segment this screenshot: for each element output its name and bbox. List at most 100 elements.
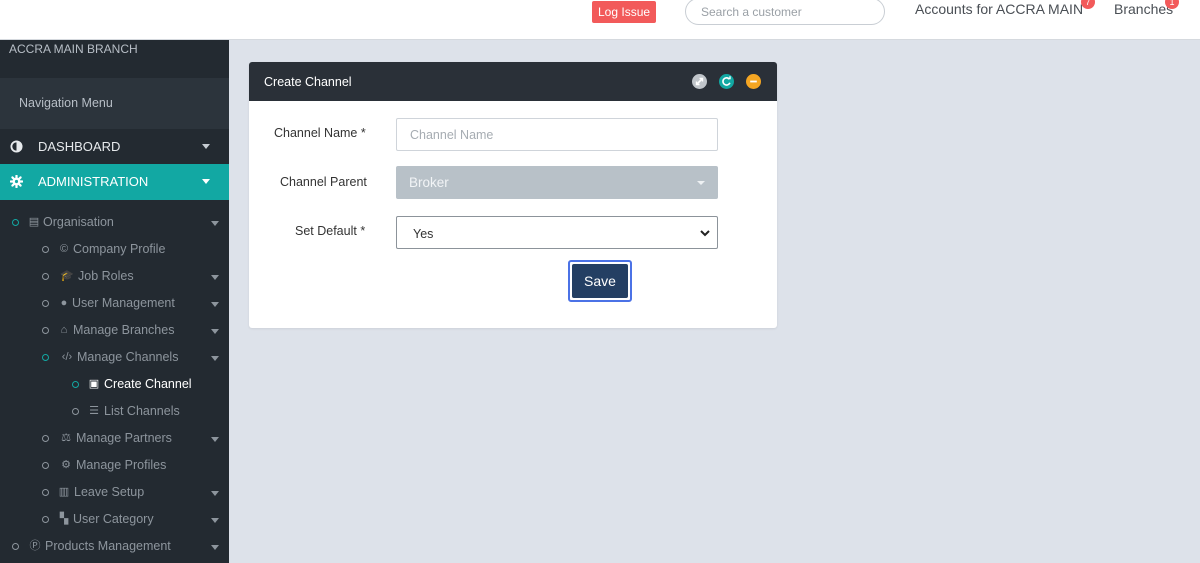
bullet-dot <box>42 273 49 280</box>
bullet-dot <box>42 462 49 469</box>
bullet-dot <box>12 219 19 226</box>
sidebar-item-organisation[interactable]: ▤ Organisation <box>0 212 229 234</box>
sidebar-item-user-management[interactable]: ● User Management <box>0 293 229 315</box>
sidebar-item-administration[interactable]: ADMINISTRATION <box>0 164 229 200</box>
minimize-button[interactable] <box>746 74 761 89</box>
channel-name-input[interactable] <box>396 118 718 151</box>
branch-name: ACCRA MAIN BRANCH <box>9 42 138 56</box>
gear-icon <box>10 175 23 188</box>
channel-parent-value: Broker <box>409 175 449 190</box>
chevron-down-icon <box>211 221 219 226</box>
sidebar-item-leave-setup[interactable]: ▥ Leave Setup <box>0 482 229 504</box>
chevron-down-icon <box>211 437 219 442</box>
graduation-cap-icon: 🎓 <box>60 270 74 282</box>
minus-icon <box>750 80 757 83</box>
sidebar-item-list-channels[interactable]: ☰ List Channels <box>0 401 229 423</box>
sidebar-item-products-management[interactable]: Ⓟ Products Management <box>0 536 229 558</box>
sidebar: ACCRA MAIN BRANCH Navigation Menu DASHBO… <box>0 40 229 563</box>
map-icon: ▥ <box>58 486 70 498</box>
sidebar-item-label: Manage Branches <box>73 323 175 337</box>
chevron-down-icon <box>211 545 219 550</box>
caret-down-icon <box>697 181 705 185</box>
set-default-select[interactable]: Yes <box>396 216 718 249</box>
log-issue-button[interactable]: Log Issue <box>592 1 657 23</box>
grid-icon: ▚ <box>59 513 69 525</box>
channel-name-label: Channel Name * <box>274 126 366 140</box>
sidebar-item-label: Organisation <box>43 215 114 229</box>
expand-button[interactable] <box>692 74 707 89</box>
bullet-dot <box>72 408 79 415</box>
sidebar-item-label: User Category <box>73 512 154 526</box>
bullet-dot <box>12 543 19 550</box>
chevron-down-icon <box>700 230 710 237</box>
code-icon: ‹/› <box>61 351 73 363</box>
bullet-dot <box>42 327 49 334</box>
set-default-label: Set Default * <box>295 224 366 238</box>
bullet-dot <box>42 435 49 442</box>
sidebar-item-label: Leave Setup <box>74 485 145 499</box>
half-circle-icon <box>10 140 23 153</box>
chevron-down-icon <box>211 275 219 280</box>
sidebar-item-create-channel[interactable]: ▣ Create Channel <box>0 374 229 396</box>
sidebar-item-label: Manage Profiles <box>76 458 167 472</box>
sidebar-item-manage-profiles[interactable]: ⚙ Manage Profiles <box>0 455 229 477</box>
navigation-menu-title: Navigation Menu <box>19 96 113 110</box>
sidebar-item-dashboard[interactable]: DASHBOARD <box>0 129 229 165</box>
channel-parent-label: Channel Parent <box>280 175 367 189</box>
set-default-value: Yes <box>413 227 434 241</box>
scale-icon: ⚖ <box>61 432 71 444</box>
accounts-badge: 7 <box>1081 0 1095 9</box>
chevron-down-icon <box>211 356 219 361</box>
chevron-down-icon <box>202 144 210 149</box>
card-title: Create Channel <box>264 75 352 89</box>
save-button[interactable]: Save <box>568 260 632 302</box>
chevron-down-icon <box>211 329 219 334</box>
save-button-label: Save <box>572 264 628 298</box>
sidebar-item-label: Manage Channels <box>77 350 179 364</box>
channel-parent-select[interactable]: Broker <box>396 166 718 199</box>
bullet-dot <box>42 246 49 253</box>
top-bar: Log Issue Accounts for ACCRA MAIN 7 Bran… <box>0 0 1200 40</box>
bullet-dot <box>42 354 49 361</box>
navigation-menu-header: Navigation Menu <box>0 78 229 129</box>
building-icon: ▤ <box>28 216 40 228</box>
chevron-down-icon <box>211 491 219 496</box>
refresh-button[interactable] <box>719 74 734 89</box>
chevron-down-icon <box>202 179 210 184</box>
create-channel-card: Create Channel Channel Name * Channel Pa… <box>249 62 777 328</box>
chevron-down-icon <box>211 302 219 307</box>
sidebar-item-job-roles[interactable]: 🎓 Job Roles <box>0 266 229 288</box>
chat-icon: ▣ <box>88 378 100 390</box>
card-header: Create Channel <box>249 62 777 101</box>
sidebar-item-company-profile[interactable]: © Company Profile <box>0 239 229 261</box>
bullet-dot <box>72 381 79 388</box>
branches-badge: 1 <box>1165 0 1179 9</box>
home-icon: ⌂ <box>60 324 68 336</box>
sidebar-item-label: Company Profile <box>73 242 166 256</box>
refresh-icon <box>722 76 731 86</box>
list-icon: ☰ <box>89 405 99 417</box>
sidebar-item-label: DASHBOARD <box>38 139 121 154</box>
customer-search-input[interactable] <box>685 0 885 25</box>
sidebar-item-label: Products Management <box>45 539 171 553</box>
bullet-dot <box>42 300 49 307</box>
sidebar-item-manage-channels[interactable]: ‹/› Manage Channels <box>0 347 229 369</box>
sidebar-item-label: List Channels <box>104 404 180 418</box>
gear-icon: ⚙ <box>61 459 71 471</box>
sidebar-item-label: User Management <box>72 296 175 310</box>
sidebar-item-label: ADMINISTRATION <box>38 174 149 189</box>
sidebar-item-label: Manage Partners <box>76 431 172 445</box>
sidebar-item-manage-branches[interactable]: ⌂ Manage Branches <box>0 320 229 342</box>
sidebar-item-user-category[interactable]: ▚ User Category <box>0 509 229 531</box>
sidebar-item-label: Job Roles <box>78 269 134 283</box>
user-icon: ● <box>60 297 68 309</box>
bullet-dot <box>42 516 49 523</box>
expand-icon <box>695 77 704 86</box>
bullet-dot <box>42 489 49 496</box>
accounts-label: Accounts for ACCRA MAIN <box>915 1 1084 17</box>
p-circle-icon: Ⓟ <box>29 540 41 552</box>
accounts-link[interactable]: Accounts for ACCRA MAIN <box>915 1 1083 17</box>
sidebar-item-label: Create Channel <box>104 377 192 391</box>
copyright-icon: © <box>59 243 69 255</box>
sidebar-item-manage-partners[interactable]: ⚖ Manage Partners <box>0 428 229 450</box>
